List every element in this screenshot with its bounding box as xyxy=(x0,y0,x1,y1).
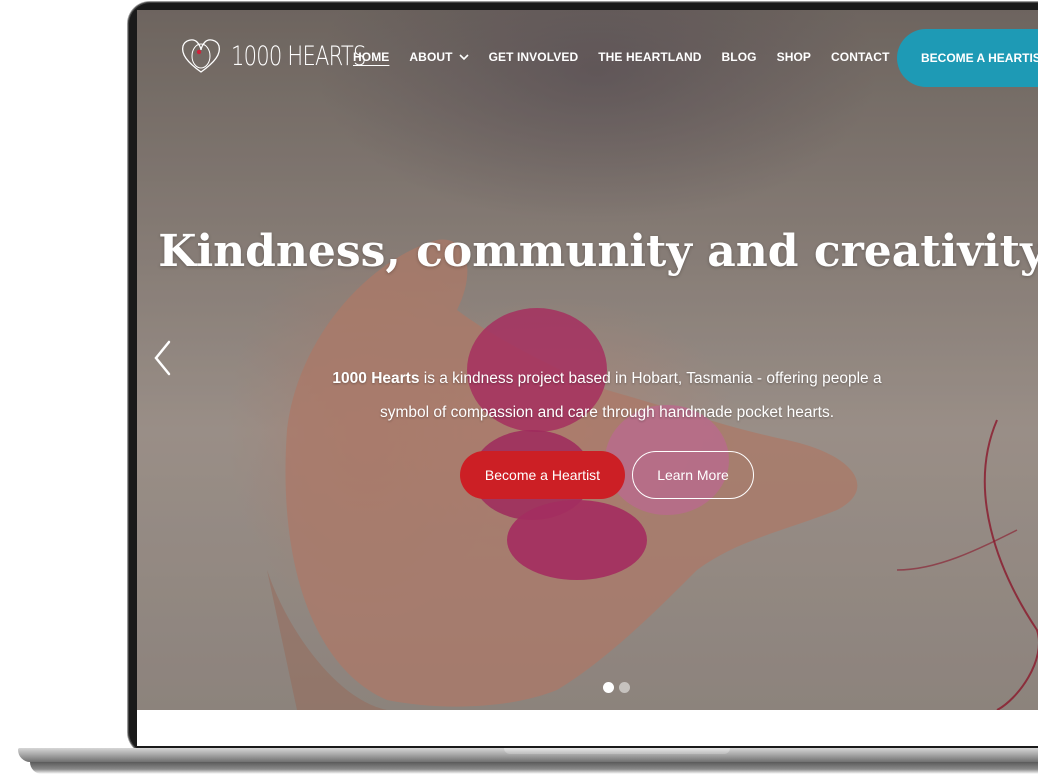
top-navigation: 1000 HEARTS HOME ABOUT GET INVOLVED THE … xyxy=(137,10,1038,106)
hero-overlay xyxy=(137,10,1038,710)
hero-description-text: is a kindness project based in Hobart, T… xyxy=(379,370,882,421)
become-heartist-nav-button[interactable]: BECOME A HEARTIST xyxy=(897,29,1038,87)
nav-item-the-heartland[interactable]: THE HEARTLAND xyxy=(598,50,701,64)
hero-title: Kindness, community and creativity. xyxy=(158,226,1038,277)
carousel-dot-1[interactable] xyxy=(603,682,614,693)
carousel-dots xyxy=(603,682,635,693)
carousel-dot-2[interactable] xyxy=(619,682,630,693)
browser-viewport: 1000 HEARTS HOME ABOUT GET INVOLVED THE … xyxy=(137,10,1038,746)
nav-item-get-involved[interactable]: GET INVOLVED xyxy=(489,50,579,64)
nav-item-home[interactable]: HOME xyxy=(353,50,389,64)
nav-item-contact[interactable]: CONTACT xyxy=(831,50,889,64)
carousel-prev-button[interactable] xyxy=(151,338,175,378)
hero-description-brand: 1000 Hearts xyxy=(332,370,420,387)
chevron-down-icon xyxy=(459,53,469,64)
chevron-left-icon xyxy=(154,340,171,376)
heart-outline-icon xyxy=(181,39,221,73)
hero-section: 1000 HEARTS HOME ABOUT GET INVOLVED THE … xyxy=(137,10,1038,710)
laptop-base-shadow xyxy=(30,762,1038,774)
nav-item-blog[interactable]: BLOG xyxy=(722,50,757,64)
hero-description: 1000 Hearts is a kindness project based … xyxy=(307,362,907,430)
laptop-hinge-notch xyxy=(504,748,730,754)
become-heartist-button[interactable]: Become a Heartist xyxy=(460,451,625,499)
nav-item-about-label: ABOUT xyxy=(409,50,453,64)
learn-more-button[interactable]: Learn More xyxy=(632,451,754,499)
nav-item-shop[interactable]: SHOP xyxy=(777,50,811,64)
nav-item-about[interactable]: ABOUT xyxy=(409,50,469,64)
main-menu: HOME ABOUT GET INVOLVED THE HEARTLAND BL… xyxy=(353,50,910,64)
logo-text: 1000 HEARTS xyxy=(231,40,366,72)
